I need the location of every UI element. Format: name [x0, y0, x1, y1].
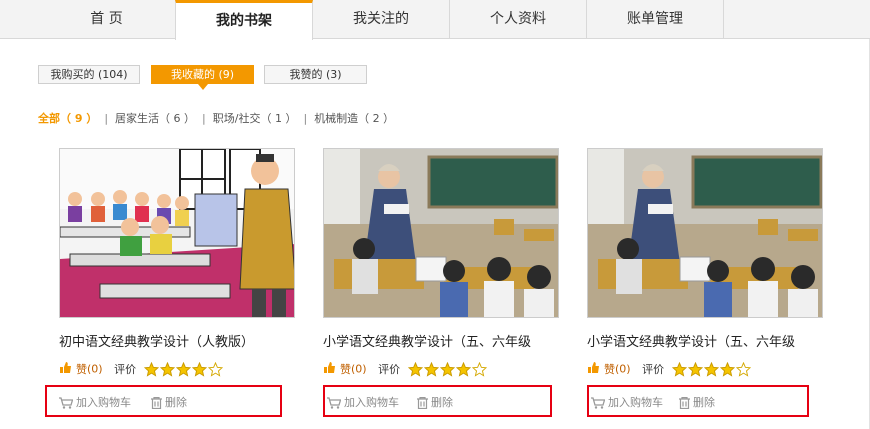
category-filter-bar: 全部（ 9 ） | 居家生活（ 6 ） | 职场/社交（ 1 ） | 机械制造（ 2 ）: [38, 110, 394, 126]
tab-billing[interactable]: 账单管理: [587, 0, 724, 38]
book-meta: 赞(0) 评价: [59, 361, 224, 379]
add-to-cart-label: 加入购物车: [608, 396, 663, 409]
filter-separator: |: [104, 112, 109, 125]
delete-button[interactable]: 删除: [679, 394, 715, 410]
book-actions-highlight: 加入购物车 删除: [45, 385, 282, 417]
delete-label: 删除: [431, 396, 453, 409]
subtab-favorites[interactable]: 我收藏的 (9): [151, 65, 254, 90]
trash-icon: [417, 397, 428, 410]
trash-icon: [151, 397, 162, 410]
cart-icon: [327, 397, 342, 409]
star-icon[interactable]: [471, 361, 487, 377]
star-rating[interactable]: [143, 361, 224, 377]
like-label[interactable]: 赞: [604, 363, 615, 376]
cartoon-classroom-illustration: [60, 149, 294, 317]
book-title[interactable]: 小学语文经典教学设计（五、六年级: [323, 331, 563, 350]
book-meta: 赞(0) 评价: [323, 361, 488, 379]
star-rating[interactable]: [671, 361, 752, 377]
star-icon[interactable]: [143, 361, 159, 377]
add-to-cart-button[interactable]: 加入购物车: [327, 394, 399, 410]
star-icon[interactable]: [735, 361, 751, 377]
tab-my-bookshelf[interactable]: 我的书架: [175, 0, 313, 40]
book-cover-image[interactable]: [323, 148, 559, 318]
classroom-photo: [324, 149, 558, 317]
add-to-cart-label: 加入购物车: [344, 396, 399, 409]
thumbs-up-icon[interactable]: [587, 361, 600, 377]
book-cover-image[interactable]: [59, 148, 295, 318]
like-count: (0): [615, 362, 631, 376]
star-rating[interactable]: [407, 361, 488, 377]
delete-button[interactable]: 删除: [417, 394, 453, 410]
add-to-cart-label: 加入购物车: [76, 396, 131, 409]
filter-workplace-social[interactable]: 职场/社交（ 1 ）: [213, 110, 297, 126]
book-meta: 赞(0) 评价: [587, 361, 752, 379]
filter-separator: |: [202, 112, 206, 125]
star-icon[interactable]: [423, 361, 439, 377]
delete-button[interactable]: 删除: [151, 394, 187, 410]
delete-label: 删除: [165, 396, 187, 409]
filter-machinery[interactable]: 机械制造（ 2 ）: [314, 110, 394, 126]
book-card: 小学语文经典教学设计（五、六年级 赞(0) 评价 加入购物车 删除: [323, 148, 563, 423]
tab-profile[interactable]: 个人资料: [450, 0, 587, 38]
rating-label: 评价: [642, 363, 665, 376]
like-count: (0): [351, 362, 367, 376]
star-icon[interactable]: [407, 361, 423, 377]
add-to-cart-button[interactable]: 加入购物车: [59, 394, 131, 410]
book-cover-image[interactable]: [587, 148, 823, 318]
star-icon[interactable]: [687, 361, 703, 377]
book-card: 小学语文经典教学设计（五、六年级 赞(0) 评价 加入购物车 删除: [587, 148, 827, 423]
cart-icon: [59, 397, 74, 409]
like-count: (0): [87, 362, 103, 376]
like-label[interactable]: 赞: [340, 363, 351, 376]
star-icon[interactable]: [671, 361, 687, 377]
star-icon[interactable]: [207, 361, 223, 377]
book-actions-highlight: 加入购物车 删除: [323, 385, 552, 417]
trash-icon: [679, 397, 690, 410]
star-icon[interactable]: [175, 361, 191, 377]
star-icon[interactable]: [703, 361, 719, 377]
cart-icon: [591, 397, 606, 409]
tab-home[interactable]: 首 页: [38, 0, 176, 38]
filter-home-life[interactable]: 居家生活（ 6 ）: [115, 110, 195, 126]
star-icon[interactable]: [455, 361, 471, 377]
classroom-photo: [588, 149, 822, 317]
thumbs-up-icon[interactable]: [59, 361, 72, 377]
add-to-cart-button[interactable]: 加入购物车: [591, 394, 663, 410]
tab-following[interactable]: 我关注的: [313, 0, 450, 38]
subtab-purchased[interactable]: 我购买的 (104): [38, 65, 140, 84]
star-icon[interactable]: [439, 361, 455, 377]
book-title[interactable]: 初中语文经典教学设计（人教版）: [59, 331, 299, 350]
star-icon[interactable]: [191, 361, 207, 377]
book-title[interactable]: 小学语文经典教学设计（五、六年级: [587, 331, 827, 350]
delete-label: 删除: [693, 396, 715, 409]
subtab-liked[interactable]: 我赞的 (3): [264, 65, 367, 84]
filter-separator: |: [303, 112, 308, 125]
star-icon[interactable]: [159, 361, 175, 377]
filter-all[interactable]: 全部（ 9 ）: [38, 110, 97, 126]
rating-label: 评价: [378, 363, 401, 376]
book-card: 初中语文经典教学设计（人教版） 赞(0) 评价 加入购物车 删除: [45, 148, 299, 423]
like-label[interactable]: 赞: [76, 363, 87, 376]
book-actions-highlight: 加入购物车 删除: [587, 385, 809, 417]
top-navigation: 首 页 我的书架 我关注的 个人资料 账单管理: [0, 0, 870, 40]
rating-label: 评价: [114, 363, 137, 376]
thumbs-up-icon[interactable]: [323, 361, 336, 377]
star-icon[interactable]: [719, 361, 735, 377]
